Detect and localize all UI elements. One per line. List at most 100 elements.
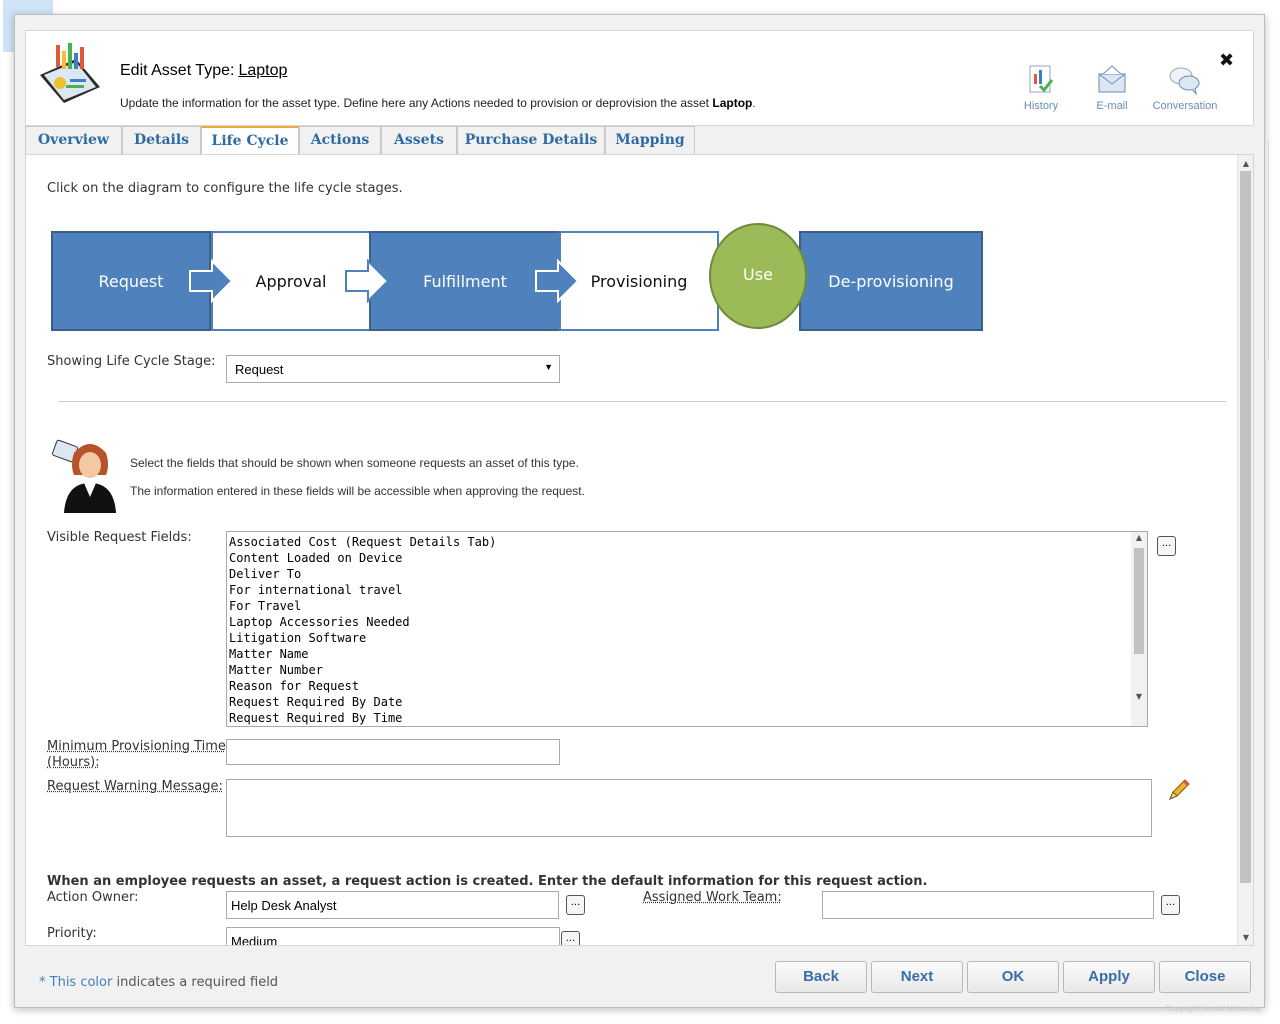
list-item[interactable]: Content Loaded on Device (227, 550, 1147, 566)
visible-fields-label: Visible Request Fields: (47, 530, 192, 545)
min-provisioning-input[interactable] (226, 739, 560, 765)
priority-browse-button[interactable]: ... (561, 931, 580, 945)
close-icon[interactable]: ✖ (1219, 50, 1234, 71)
stage-provisioning[interactable]: Provisioning (559, 231, 719, 331)
stage-use[interactable]: Use (709, 223, 807, 329)
visible-fields-items: Associated Cost (Request Details Tab) Con… (227, 532, 1147, 726)
stage-select-label: Showing Life Cycle Stage: (47, 354, 216, 369)
main-scrollbar[interactable]: ▲ ▼ (1237, 155, 1253, 945)
list-item[interactable]: Deliver To (227, 566, 1147, 582)
arrow-right-icon (189, 259, 234, 303)
next-button[interactable]: Next (871, 961, 963, 993)
min-provisioning-label-line2: (Hours): (47, 755, 100, 770)
scroll-down-icon[interactable]: ▼ (1131, 692, 1147, 701)
edit-asset-type-dialog: Edit Asset Type: Laptop Update the inform… (14, 14, 1265, 1008)
stage-deprovisioning-label: De-provisioning (828, 271, 954, 291)
description-text: Update the information for the asset typ… (120, 96, 710, 110)
priority-input[interactable]: Medium (226, 927, 560, 945)
list-item[interactable]: Matter Number (227, 662, 1147, 678)
arrow-right-icon (345, 259, 390, 303)
min-provisioning-label: Minimum Provisioning Time (Hours): (47, 739, 226, 771)
select-fields-button[interactable]: ... (1157, 536, 1176, 556)
visible-fields-listbox[interactable]: Associated Cost (Request Details Tab) Con… (226, 531, 1148, 727)
back-button[interactable]: Back (775, 961, 867, 993)
action-owner-browse-button[interactable]: ... (566, 895, 585, 915)
requester-avatar-icon (50, 437, 122, 513)
description-asset: Laptop (712, 96, 753, 110)
description-suffix: . (752, 96, 756, 110)
email-button[interactable]: E-mail (1077, 64, 1147, 112)
work-team-input[interactable] (822, 891, 1154, 919)
divider (58, 401, 1226, 402)
work-team-browse-button[interactable]: ... (1161, 895, 1180, 915)
stage-request[interactable]: Request (51, 231, 211, 331)
conversation-button[interactable]: Conversation (1150, 64, 1220, 112)
stage-select[interactable]: Request ▼ (226, 355, 560, 383)
close-button[interactable]: Close (1159, 961, 1251, 993)
tab-actions[interactable]: Actions (299, 126, 381, 154)
tab-details[interactable]: Details (122, 126, 201, 154)
conversation-label: Conversation (1152, 100, 1218, 112)
edit-pencil-icon[interactable] (1166, 777, 1192, 803)
scroll-down-icon[interactable]: ▼ (1238, 931, 1253, 945)
list-item[interactable]: Request Required By Time (227, 710, 1147, 726)
scroll-up-icon[interactable]: ▲ (1238, 157, 1253, 171)
required-field-text: indicates a required field (112, 975, 279, 990)
main-scroll-thumb[interactable] (1240, 171, 1251, 883)
required-color-sample: * This color (39, 975, 113, 990)
stage-deprovisioning[interactable]: De-provisioning (799, 231, 983, 331)
action-owner-label: Action Owner: (47, 890, 139, 905)
email-icon (1098, 65, 1126, 93)
action-owner-input[interactable]: Help Desk Analyst (226, 891, 559, 919)
conversation-icon (1169, 67, 1200, 96)
tab-purchase-details[interactable]: Purchase Details (457, 126, 605, 154)
history-label: History (1023, 100, 1059, 112)
ok-button[interactable]: OK (967, 961, 1059, 993)
list-item[interactable]: Reason for Request (227, 678, 1147, 694)
stage-use-label: Use (743, 264, 773, 284)
lifecycle-instruction: Click on the diagram to configure the li… (47, 181, 403, 196)
history-icon (1029, 65, 1054, 93)
info-line-1: Select the fields that should be shown w… (130, 456, 579, 470)
asset-type-logo-icon (36, 41, 104, 107)
email-label: E-mail (1096, 100, 1128, 112)
listbox-scroll-thumb[interactable] (1134, 548, 1144, 654)
stage-approval-label: Approval (255, 271, 327, 291)
min-provisioning-label-line1: Minimum Provisioning Time (47, 739, 226, 754)
stage-fulfillment-label: Fulfillment (423, 271, 507, 291)
info-line-2: The information entered in these fields … (130, 484, 585, 498)
list-item[interactable]: Request Required By Date (227, 694, 1147, 710)
dialog-description: Update the information for the asset typ… (120, 96, 756, 110)
list-item[interactable]: For Travel (227, 598, 1147, 614)
tab-assets[interactable]: Assets (381, 126, 457, 154)
required-field-note: * This color indicates a required field (39, 975, 278, 990)
warning-message-label: Request Warning Message: (47, 779, 223, 794)
history-button[interactable]: History (1006, 64, 1076, 112)
tab-mapping[interactable]: Mapping (605, 126, 695, 154)
life-cycle-panel: Click on the diagram to configure the li… (25, 154, 1254, 946)
tab-overview[interactable]: Overview (25, 126, 122, 154)
list-item[interactable]: Laptop Accessories Needed (227, 614, 1147, 630)
background-edge (1268, 140, 1280, 360)
scroll-up-icon[interactable]: ▲ (1131, 533, 1147, 542)
list-item[interactable]: Matter Name (227, 646, 1147, 662)
stage-request-label: Request (98, 271, 164, 291)
title-asset-link[interactable]: Laptop (238, 62, 287, 79)
priority-label: Priority: (47, 926, 97, 941)
arrow-right-icon (535, 259, 580, 303)
stage-fulfillment[interactable]: Fulfillment (369, 231, 561, 331)
list-item[interactable]: For international travel (227, 582, 1147, 598)
stage-provisioning-label: Provisioning (590, 271, 688, 291)
title-prefix: Edit Asset Type: (120, 62, 235, 79)
dialog-title: Edit Asset Type: Laptop (120, 62, 287, 80)
warning-message-textarea[interactable] (226, 779, 1152, 837)
tab-life-cycle[interactable]: Life Cycle (201, 126, 299, 155)
dropdown-caret-icon: ▼ (544, 362, 553, 372)
apply-button[interactable]: Apply (1063, 961, 1155, 993)
listbox-scrollbar[interactable]: ▲ ▼ (1131, 532, 1147, 726)
stage-select-value: Request (235, 362, 284, 377)
list-item[interactable]: Litigation Software (227, 630, 1147, 646)
list-item[interactable]: Associated Cost (Request Details Tab) (227, 534, 1147, 550)
request-action-note: When an employee requests an asset, a re… (47, 874, 928, 889)
work-team-label: Assigned Work Team: (643, 890, 782, 905)
